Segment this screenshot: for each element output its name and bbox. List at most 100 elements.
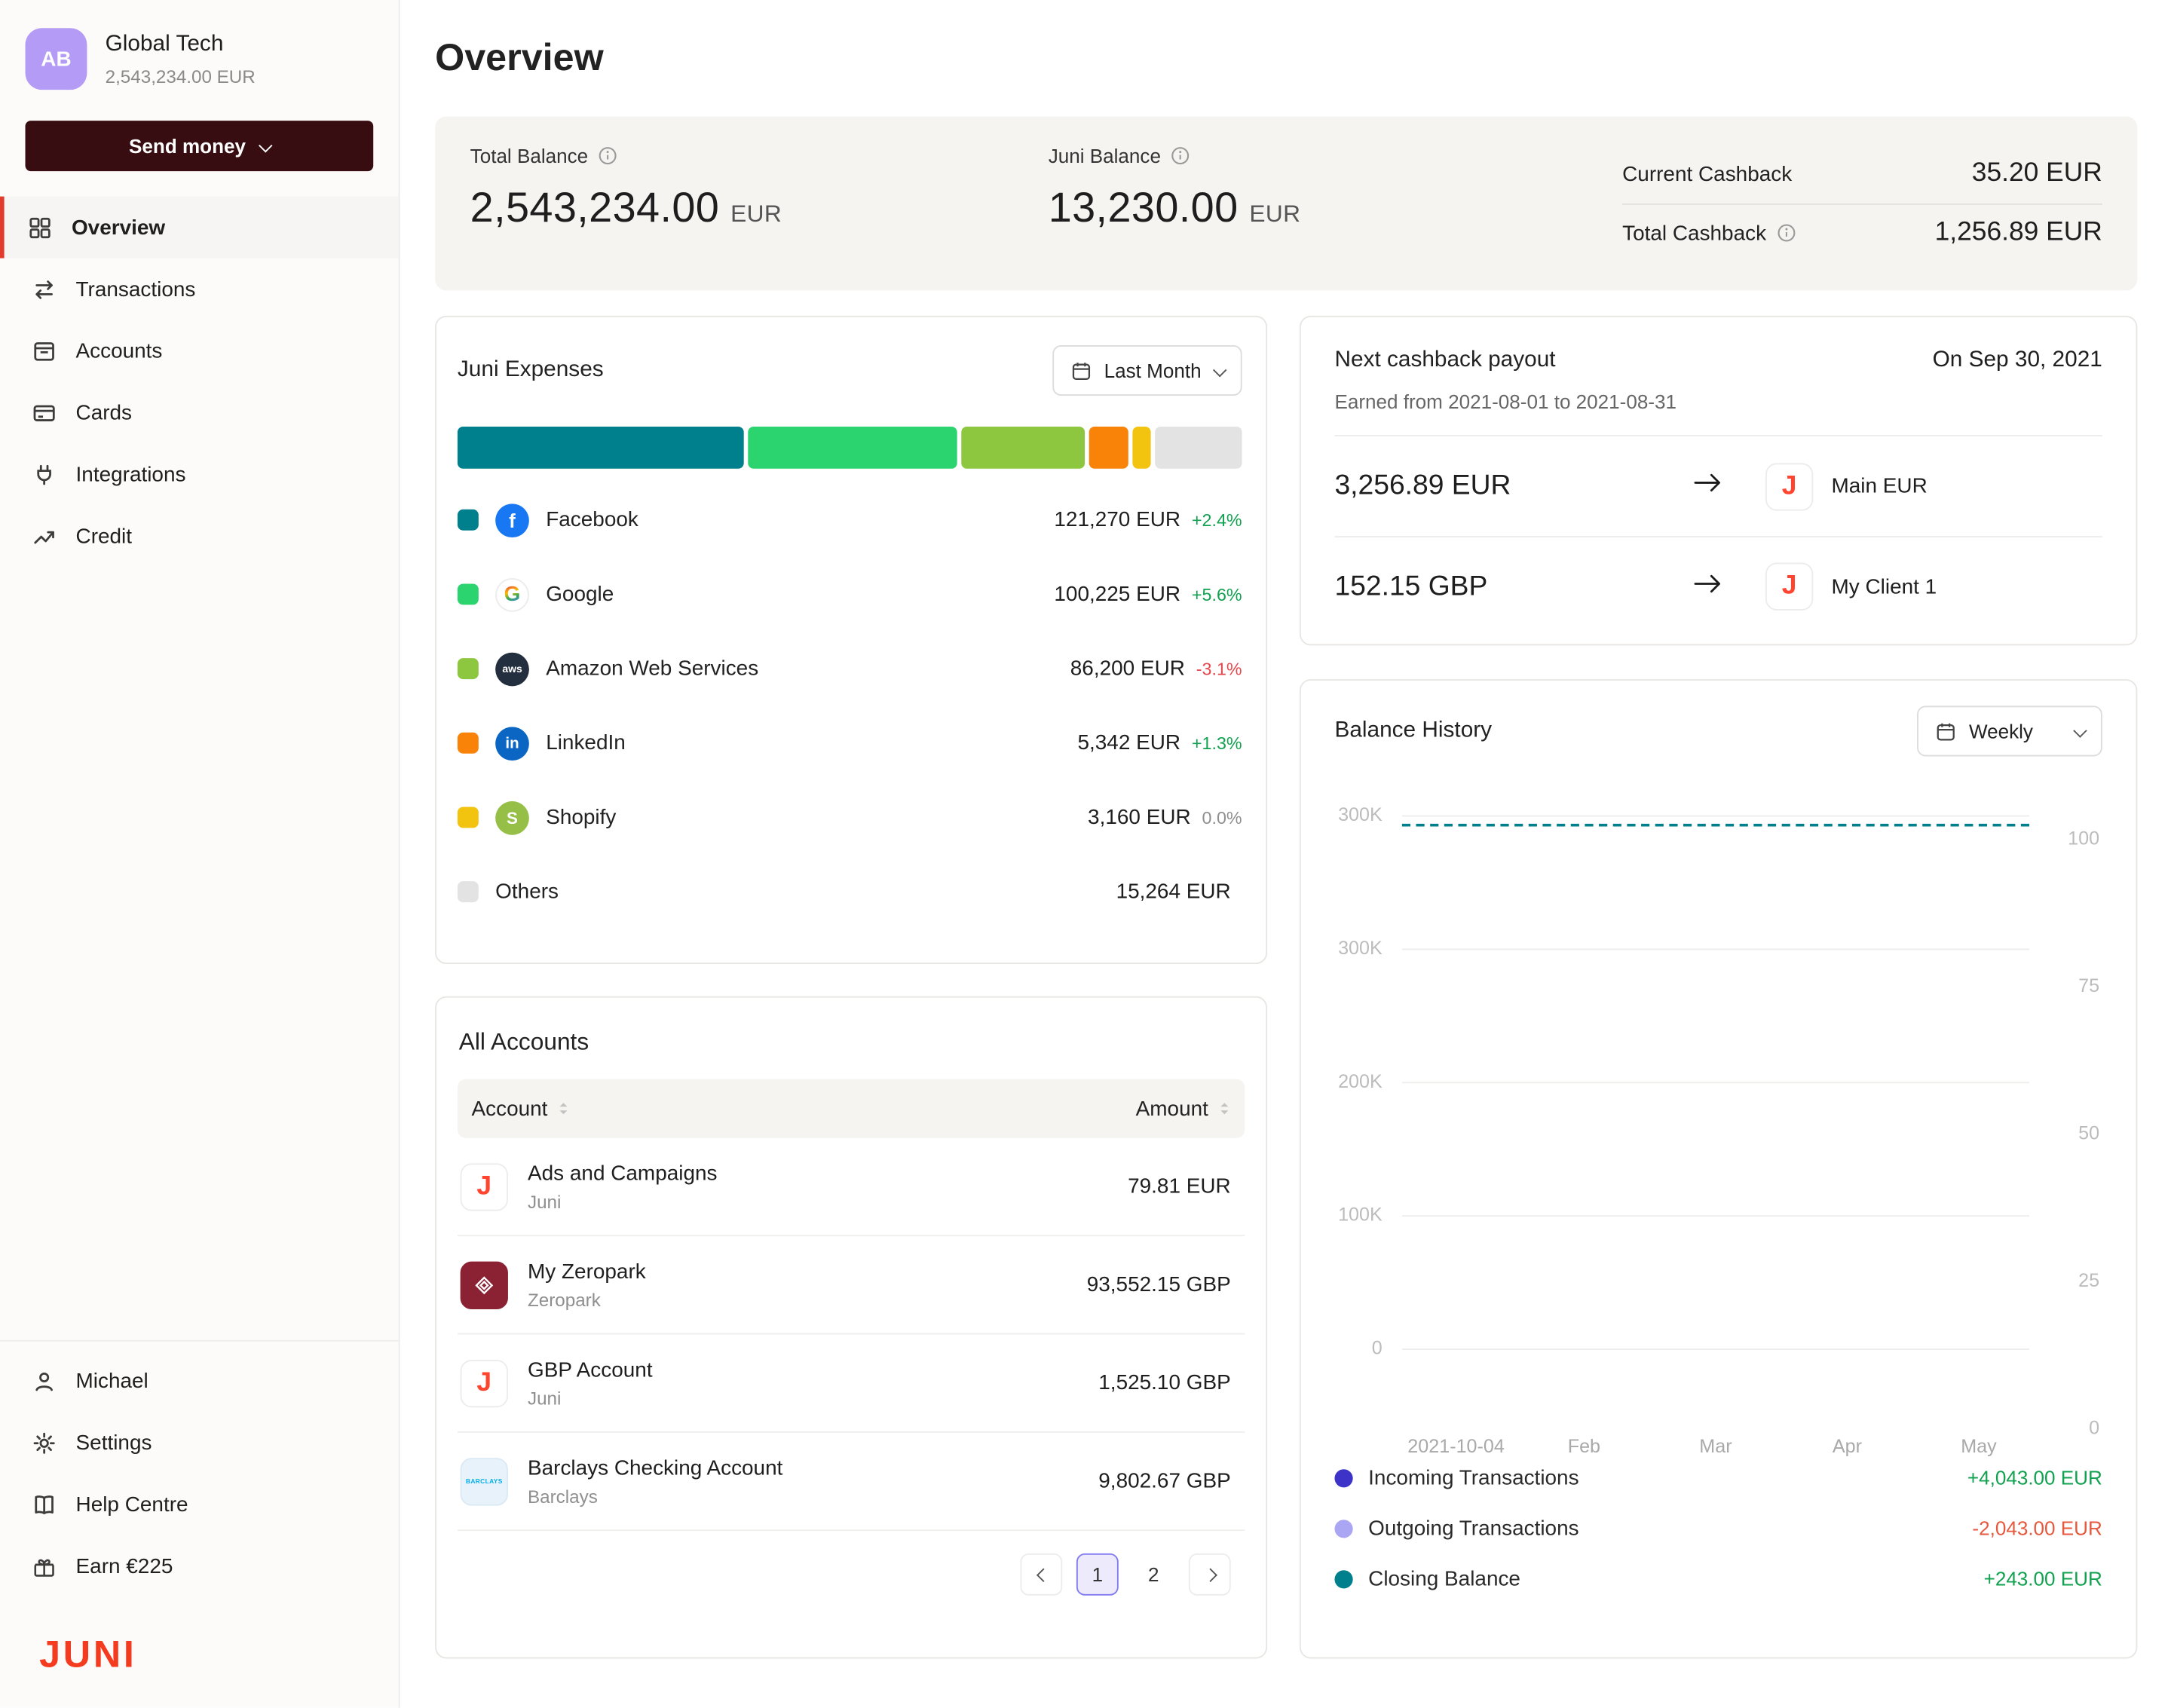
sidebar-item-label: Help Centre — [76, 1492, 188, 1517]
sidebar-item-label: Cards — [76, 401, 132, 425]
total-cashback-label: Total Cashback — [1622, 221, 1766, 245]
sidebar-item-accounts[interactable]: Accounts — [0, 320, 399, 381]
page-button[interactable]: 1 — [1076, 1553, 1119, 1596]
company-switcher[interactable]: AB Global Tech 2,543,234.00 EUR — [0, 28, 399, 90]
send-money-button[interactable]: Send money — [26, 121, 374, 171]
sort-by-account[interactable]: Account — [472, 1097, 571, 1121]
accounts-icon — [32, 339, 57, 363]
sidebar-item-credit[interactable]: Credit — [0, 505, 399, 567]
juni-balance-currency: EUR — [1249, 200, 1300, 227]
company-balance: 2,543,234.00 EUR — [106, 66, 256, 87]
sidebar-item-label: Accounts — [76, 339, 163, 363]
balance-history-chart: 300K300K200K100K01007550250 2021-10-04Fe… — [1334, 787, 2102, 1421]
cashback-subtitle: Earned from 2021-08-01 to 2021-08-31 — [1334, 390, 2102, 413]
total-balance-stat: Total Balance 2,543,234.00EUR — [470, 145, 1049, 262]
color-swatch — [458, 733, 479, 754]
juni-account-icon: J — [1765, 563, 1813, 611]
next-page-button[interactable] — [1189, 1553, 1231, 1596]
table-row[interactable]: J GBP AccountJuni 1,525.10 GBP — [458, 1334, 1245, 1432]
send-money-label: Send money — [129, 135, 246, 158]
expense-row: f Facebook 121,270 EUR+2.4% — [458, 482, 1242, 557]
info-icon[interactable] — [598, 146, 617, 166]
account-provider: Barclays — [528, 1486, 782, 1507]
sidebar-item-transactions[interactable]: Transactions — [0, 259, 399, 320]
expense-bar-segment — [748, 427, 958, 469]
account-provider: Juni — [528, 1387, 653, 1408]
chevron-down-icon — [259, 138, 272, 152]
account-name: Ads and Campaigns — [528, 1162, 718, 1186]
sidebar-item-help-centre[interactable]: Help Centre — [0, 1474, 399, 1535]
expense-amount: 5,342 EUR — [1077, 731, 1180, 755]
table-row[interactable]: My ZeroparkZeropark 93,552.15 GBP — [458, 1236, 1245, 1334]
expense-change: 0.0% — [1202, 808, 1242, 828]
sidebar-item-label: Michael — [76, 1369, 149, 1393]
sidebar-item-integrations[interactable]: Integrations — [0, 443, 399, 505]
color-swatch — [458, 510, 479, 531]
chevron-down-icon — [1213, 363, 1226, 376]
sidebar-item-overview[interactable]: Overview — [0, 197, 399, 259]
sidebar-item-label: Earn €225 — [76, 1554, 173, 1578]
expense-name: LinkedIn — [546, 731, 626, 755]
account-name: Barclays Checking Account — [528, 1456, 782, 1480]
expense-amount: 86,200 EUR — [1070, 657, 1185, 681]
sidebar-item-settings[interactable]: Settings — [0, 1412, 399, 1474]
balance-history-card: Balance History Weekly 300K300K200K100K0… — [1300, 679, 2137, 1658]
expense-change: +5.6% — [1192, 585, 1242, 605]
main-nav: Overview Transactions Accounts Cards Int… — [0, 197, 399, 567]
gift-icon — [32, 1554, 57, 1578]
all-accounts-card: All Accounts Account Amount J — [435, 996, 1267, 1659]
table-row[interactable]: J Ads and CampaignsJuni 79.81 EUR — [458, 1138, 1245, 1236]
info-icon[interactable] — [1776, 223, 1796, 243]
color-swatch — [458, 881, 479, 902]
sidebar-item-user[interactable]: Michael — [0, 1350, 399, 1412]
accounts-table-body: J Ads and CampaignsJuni 79.81 EUR My Zer… — [458, 1138, 1245, 1531]
account-amount: 93,552.15 GBP — [1087, 1273, 1231, 1297]
color-swatch — [458, 658, 479, 679]
payout-row: 3,256.89 EUR J Main EUR — [1334, 436, 2102, 536]
bar-groups — [1402, 816, 2029, 1348]
expense-bar-segment — [458, 427, 743, 469]
previous-page-button[interactable] — [1020, 1553, 1062, 1596]
sidebar-item-cards[interactable]: Cards — [0, 381, 399, 443]
expense-amount: 15,264 EUR — [1116, 880, 1231, 904]
juni-account-icon: J — [461, 1359, 508, 1406]
juni-account-icon: J — [1765, 462, 1813, 510]
footer-nav: Michael Settings Help Centre Earn €225 — [0, 1340, 399, 1597]
chevron-down-icon — [2073, 723, 2087, 736]
total-balance-currency: EUR — [730, 200, 782, 227]
legend-item: Outgoing Transactions -2,043.00 EUR — [1334, 1503, 2102, 1553]
expense-name: Others — [495, 880, 559, 904]
page-button[interactable]: 2 — [1132, 1553, 1174, 1596]
juni-expenses-card: Juni Expenses Last Month f Facebook — [435, 316, 1267, 964]
sort-by-amount[interactable]: Amount — [1136, 1097, 1231, 1121]
expense-amount: 3,160 EUR — [1088, 806, 1191, 830]
legend-item: Incoming Transactions +4,043.00 EUR — [1334, 1452, 2102, 1503]
cashback-stats: Current Cashback 35.20 EUR Total Cashbac… — [1622, 145, 2102, 262]
juni-account-icon: J — [461, 1162, 508, 1210]
legend-label: Outgoing Transactions — [1368, 1517, 1578, 1541]
expense-bar-segment — [962, 427, 1085, 469]
info-icon[interactable] — [1171, 146, 1190, 166]
y-axis-tick-right: 100 — [2049, 828, 2099, 849]
sidebar-item-label: Overview — [72, 216, 165, 240]
expense-row: G Google 100,225 EUR+5.6% — [458, 557, 1242, 632]
expenses-title: Juni Expenses — [458, 358, 604, 384]
table-row[interactable]: BARCLAYS Barclays Checking AccountBarcla… — [458, 1433, 1245, 1531]
y-axis-tick-left: 300K — [1326, 938, 1382, 959]
juni-logo: JUNI — [0, 1597, 399, 1685]
juni-balance-value: 13,230.00 — [1049, 185, 1239, 231]
y-axis-tick-left: 100K — [1326, 1204, 1382, 1225]
legend-item: Closing Balance +243.00 EUR — [1334, 1553, 2102, 1604]
chart-legend: Incoming Transactions +4,043.00 EUR Outg… — [1334, 1452, 2102, 1604]
payout-amount: 152.15 GBP — [1334, 571, 1692, 603]
total-cashback-value: 1,256.89 EUR — [1935, 218, 2102, 249]
company-name: Global Tech — [106, 28, 256, 57]
interval-select[interactable]: Weekly — [1917, 706, 2102, 756]
period-select[interactable]: Last Month — [1052, 345, 1242, 396]
sidebar-item-earn[interactable]: Earn €225 — [0, 1535, 399, 1597]
legend-label: Closing Balance — [1368, 1567, 1520, 1591]
sort-icon — [1218, 1100, 1231, 1117]
legend-value: +4,043.00 EUR — [1967, 1466, 2102, 1489]
amount-column-label: Amount — [1136, 1097, 1208, 1121]
accounts-table-header: Account Amount — [458, 1079, 1245, 1138]
